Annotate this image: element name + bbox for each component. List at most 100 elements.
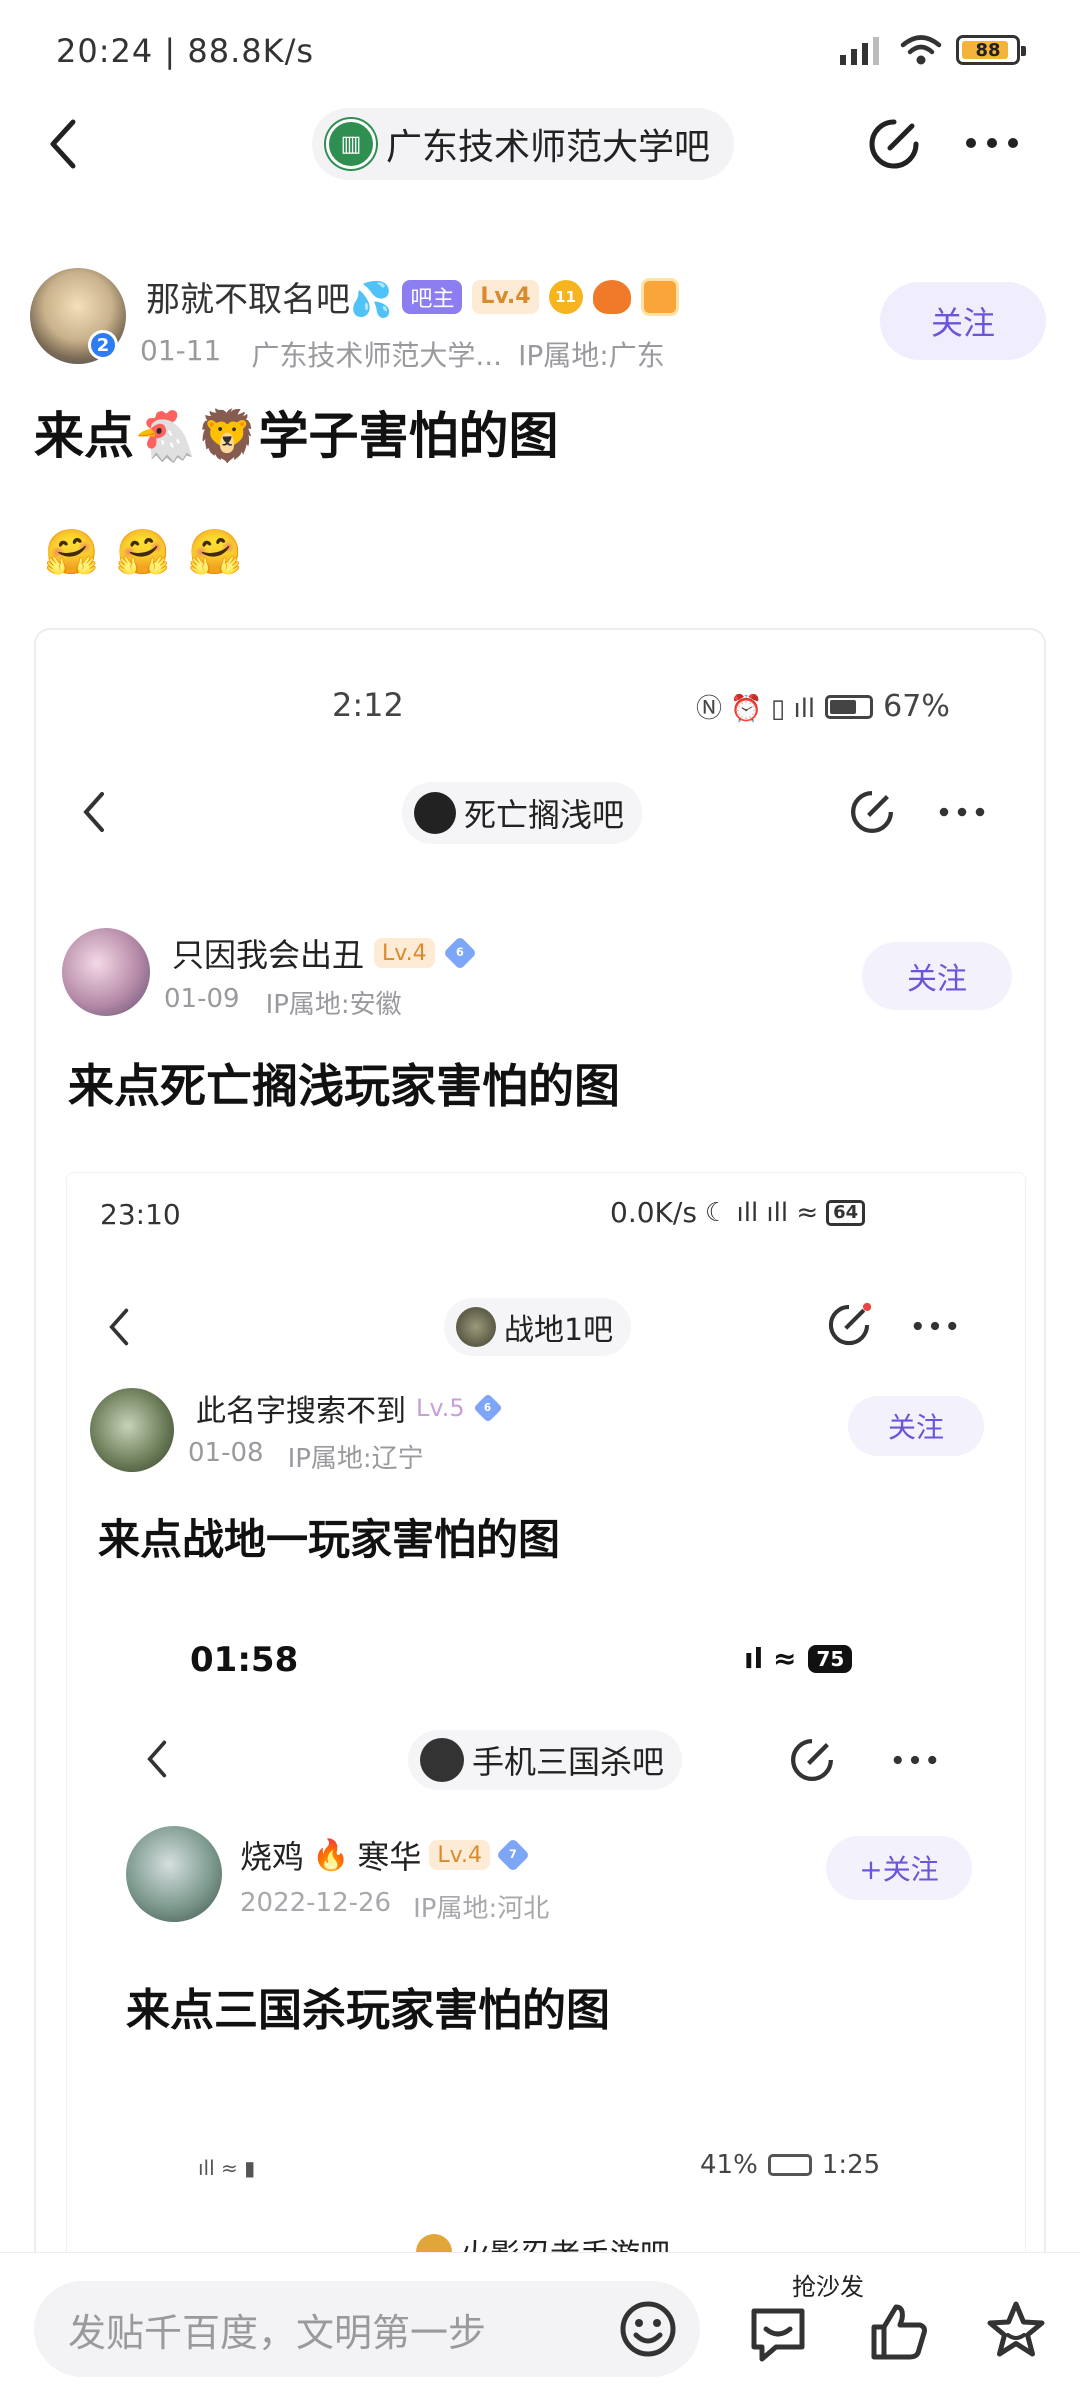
like-icon[interactable] <box>868 2301 930 2363</box>
forum-logo: ▥ <box>326 119 376 169</box>
battery-level: 88 <box>975 39 1001 61</box>
status-icons: 88 <box>838 34 1026 66</box>
s2-diamond-icon: 6 <box>472 1393 503 1423</box>
comment-input[interactable]: 发贴千百度，文明第一步 <box>34 2281 700 2377</box>
s2-follow-button: 关注 <box>848 1396 984 1456</box>
s3-author-name-b: 寒华 <box>357 1838 422 1876</box>
comment-placeholder: 发贴千百度，文明第一步 <box>68 2310 487 2355</box>
s1-author-name: 只因我会出丑 <box>172 936 365 974</box>
s3-forum-logo <box>420 1738 464 1782</box>
post-meta: 01-11 广东技术师范大学... IP属地:广东 <box>140 334 665 374</box>
s3-ip: IP属地:河北 <box>413 1894 550 1924</box>
forum-pill[interactable]: ▥ 广东技术师范大学吧 <box>312 108 735 180</box>
s2-back-icon <box>109 1308 129 1346</box>
s1-forum-name: 死亡搁浅吧 <box>464 796 625 834</box>
s1-compose-icon <box>851 791 893 833</box>
s2-status-icons: 0.0K/s ☾ ıll ıll ≈ 64 <box>610 1196 866 1229</box>
s2-speed: 0.0K/s <box>610 1196 697 1229</box>
wifi-icon <box>900 35 942 65</box>
forum-name: 广东技术师范大学吧 <box>386 127 711 168</box>
s3-forum-pill: 手机三国杀吧 <box>408 1730 683 1790</box>
hug-emoji: 🤗 <box>44 527 99 578</box>
s1-follow-button: 关注 <box>862 942 1012 1010</box>
s1-diamond-icon: 6 <box>442 936 477 970</box>
s1-battery-text: 67% <box>883 689 950 724</box>
s2-battery-icon: 64 <box>826 1199 866 1226</box>
s1-status-icons: Ⓝ ⏰ ▯ ıll 67% <box>696 689 950 724</box>
s3-title: 来点三国杀玩家害怕的图 <box>126 1985 610 2036</box>
s1-time: 2:12 <box>332 686 404 724</box>
s2-forum-pill: 战地1吧 <box>444 1298 632 1356</box>
post-image[interactable]: 2:12 Ⓝ ⏰ ▯ ıll 67% 死亡搁浅吧 只因我会出丑 Lv.4 6 0… <box>34 628 1046 2268</box>
hug-emoji: 🤗 <box>187 527 243 578</box>
s4-time: 1:25 <box>821 2150 881 2180</box>
emoji-icon[interactable] <box>618 2299 678 2359</box>
s2-level-tag: Lv.5 <box>416 1394 465 1422</box>
s1-forum-logo <box>414 792 456 834</box>
post-forum[interactable]: 广东技术师范大学... <box>251 334 502 374</box>
compose-icon[interactable] <box>866 116 922 172</box>
author-name[interactable]: 那就不取名吧💦 <box>146 272 392 321</box>
s1-meta: 01-09 IP属地:安徽 <box>164 984 402 1021</box>
post-ip: IP属地:广东 <box>518 339 665 372</box>
s4-status-left-icons: ıll ≈ ▮ <box>198 2156 256 2180</box>
s2-author-line: 此名字搜索不到 Lv.5 6 <box>196 1386 503 1430</box>
s1-level-tag: Lv.4 <box>374 938 435 968</box>
s3-back-icon <box>147 1740 167 1778</box>
s1-forum-pill: 死亡搁浅吧 <box>402 782 643 844</box>
s3-avatar <box>126 1826 222 1922</box>
s3-follow-button: +关注 <box>826 1836 972 1900</box>
signal-icon <box>840 37 879 65</box>
fire-icon: 🔥 <box>312 1837 350 1873</box>
s1-badge-num: 6 <box>455 946 464 960</box>
comment-icon[interactable] <box>746 2303 810 2365</box>
s1-ip: IP属地:安徽 <box>265 990 402 1020</box>
status-time: 20:24 | 88.8K/s <box>56 32 315 70</box>
s3-meta: 2022-12-26 IP属地:河北 <box>240 1888 549 1925</box>
s3-diamond-icon: 7 <box>495 1838 530 1872</box>
hug-emoji: 🤗 <box>115 527 171 578</box>
s3-time: 01:58 <box>190 1640 299 1680</box>
s3-badge-num: 7 <box>509 1848 517 1862</box>
s3-date: 2022-12-26 <box>240 1888 392 1918</box>
more-icon[interactable] <box>964 136 1020 150</box>
s2-author-name: 此名字搜索不到 <box>196 1394 406 1429</box>
s1-avatar <box>62 928 150 1016</box>
s1-back-icon <box>83 792 104 832</box>
level-tag: Lv.4 <box>472 279 539 314</box>
s4-status-right: 41% 1:25 <box>700 2150 880 2180</box>
author-line: 那就不取名吧💦 吧主 Lv.4 11 <box>146 272 679 321</box>
post-title: 来点🐔🦁学子害怕的图 <box>34 407 559 465</box>
s2-time: 23:10 <box>100 1198 181 1231</box>
s2-ip: IP属地:辽宁 <box>287 1444 424 1474</box>
s3-battery-icon: 75 <box>808 1644 853 1673</box>
s3-author-line: 烧鸡 🔥 寒华 Lv.4 7 <box>240 1832 530 1878</box>
follow-button[interactable]: 关注 <box>880 282 1046 360</box>
s1-battery-icon <box>825 694 874 719</box>
s3-status-icons: ıl ≈ 75 <box>744 1642 853 1675</box>
emoji-row: 🤗 🤗 🤗 <box>44 526 255 578</box>
s3-forum-name: 手机三国杀吧 <box>472 1743 665 1781</box>
s2-avatar <box>90 1388 174 1472</box>
owner-tag: 吧主 <box>402 279 463 314</box>
s3-author-name-a: 烧鸡 <box>240 1838 305 1876</box>
s2-meta: 01-08 IP属地:辽宁 <box>188 1438 424 1475</box>
heart-badge-icon <box>640 277 679 316</box>
s2-forum-name: 战地1吧 <box>504 1313 614 1348</box>
s1-date: 01-09 <box>164 984 240 1014</box>
s2-date: 01-08 <box>188 1438 264 1468</box>
battery-icon: 88 <box>956 35 1026 65</box>
s1-title: 来点死亡搁浅玩家害怕的图 <box>68 1059 620 1113</box>
s3-level-tag: Lv.4 <box>429 1840 490 1870</box>
post-date: 01-11 <box>140 334 222 367</box>
diamond-badge-icon: 11 <box>548 279 583 314</box>
s2-compose-icon <box>828 1302 872 1346</box>
s2-forum-logo <box>456 1307 496 1347</box>
s1-more-icon <box>939 807 985 817</box>
back-icon[interactable] <box>48 118 78 170</box>
s2-badge-num: 6 <box>483 1401 492 1414</box>
s1-author-line: 只因我会出丑 Lv.4 6 <box>172 930 477 976</box>
s2-title: 来点战地一玩家害怕的图 <box>98 1515 561 1564</box>
medal-icon <box>592 279 631 314</box>
favorite-star-icon[interactable] <box>984 2299 1048 2363</box>
